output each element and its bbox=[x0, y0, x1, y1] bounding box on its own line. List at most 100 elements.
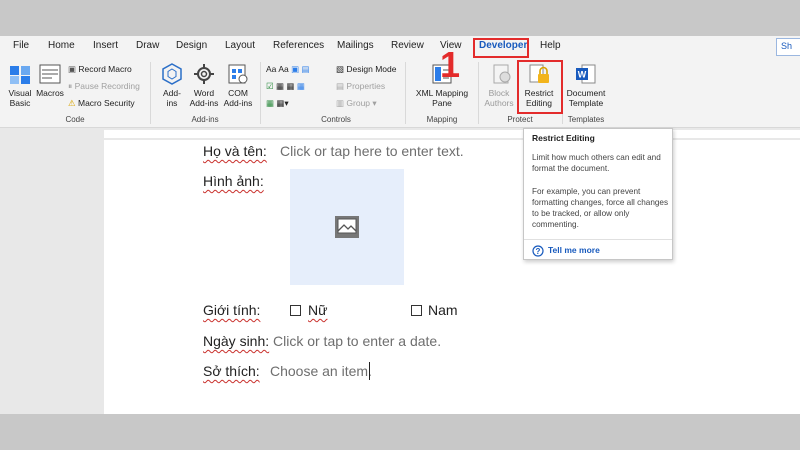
help-icon: ? bbox=[532, 244, 544, 262]
group-separator bbox=[405, 62, 406, 124]
tooltip-title: Restrict Editing bbox=[532, 133, 595, 143]
tell-me-more-link[interactable]: Tell me more bbox=[548, 245, 600, 255]
design-mode-button[interactable]: ▧ Design Mode bbox=[336, 64, 397, 75]
building-block-control-icon[interactable]: ▤ bbox=[302, 64, 310, 74]
tab-insert[interactable]: Insert bbox=[93, 40, 118, 51]
tab-help[interactable]: Help bbox=[540, 40, 561, 51]
com-addins-label-1: COM bbox=[228, 88, 248, 98]
group-label-mapping: Mapping bbox=[426, 115, 458, 124]
visual-basic-label-1: Visual bbox=[8, 88, 32, 98]
macros-label: Macros bbox=[36, 88, 64, 98]
com-addins-label-2: Add-ins bbox=[223, 98, 253, 108]
design-mode-label: Design Mode bbox=[346, 64, 397, 74]
gender-female-label: Nữ bbox=[308, 302, 328, 318]
image-label: Hình ảnh: bbox=[203, 173, 264, 189]
group-label-templates: Templates bbox=[567, 115, 605, 124]
dob-date-picker[interactable]: Click or tap to enter a date. bbox=[273, 333, 441, 349]
tab-mailings[interactable]: Mailings bbox=[337, 40, 374, 51]
warning-icon: ⚠ bbox=[68, 98, 76, 108]
annotation-number-1: 1 bbox=[440, 44, 461, 85]
restrict-editing-tooltip: Restrict Editing Limit how much others c… bbox=[523, 128, 673, 260]
control-icons-row-3: ▦ ▦▾ bbox=[266, 98, 289, 109]
checkbox-male[interactable] bbox=[411, 305, 422, 316]
plain-text-control-icon[interactable]: Aa bbox=[278, 64, 288, 74]
macro-security-button[interactable]: ⚠ Macro Security bbox=[68, 98, 135, 109]
xml-mapping-label-1: XML Mapping bbox=[415, 88, 469, 98]
group-button[interactable]: ▥ Group ▾ bbox=[336, 98, 377, 109]
visual-basic-label-2: Basic bbox=[9, 98, 31, 108]
com-addins-button[interactable]: COM Add-ins bbox=[220, 88, 256, 108]
com-addins-icon bbox=[226, 62, 250, 91]
share-button[interactable]: Sh bbox=[776, 38, 800, 56]
design-mode-icon: ▧ bbox=[336, 64, 345, 74]
group-label-protect: Protect bbox=[507, 115, 533, 124]
dropdown-control-icon[interactable]: ▦ bbox=[286, 81, 294, 91]
tab-layout[interactable]: Layout bbox=[225, 40, 255, 51]
name-content-control[interactable]: Click or tap here to enter text. bbox=[280, 143, 464, 159]
combo-box-control-icon[interactable]: ▦ bbox=[276, 81, 284, 91]
group-label-code: Code bbox=[65, 115, 85, 124]
control-icons-row-2: ☑ ▦ ▦ ▦ bbox=[266, 81, 305, 92]
tooltip-description: Limit how much others can edit and forma… bbox=[532, 153, 661, 173]
addins-button[interactable]: Add- ins bbox=[156, 88, 188, 108]
date-picker-control-icon[interactable]: ▦ bbox=[297, 81, 305, 91]
tab-references[interactable]: References bbox=[273, 40, 324, 51]
word-addins-button[interactable]: Word Add-ins bbox=[186, 88, 222, 108]
picture-placeholder-icon bbox=[334, 215, 360, 244]
legacy-tools-icon[interactable]: ▦▾ bbox=[276, 98, 288, 108]
macro-security-label: Macro Security bbox=[78, 98, 135, 108]
properties-button[interactable]: ▤ Properties bbox=[336, 81, 385, 92]
svg-text:?: ? bbox=[536, 247, 541, 256]
bottom-margin-band bbox=[0, 414, 800, 450]
repeating-section-control-icon[interactable]: ▦ bbox=[266, 98, 274, 108]
name-label: Họ và tên: bbox=[203, 143, 267, 159]
block-authors-button[interactable]: Block Authors bbox=[482, 88, 516, 108]
tab-home[interactable]: Home bbox=[48, 40, 75, 51]
top-margin-band bbox=[0, 0, 800, 36]
rich-text-control-icon[interactable]: Aa bbox=[266, 64, 276, 74]
gender-male-label: Nam bbox=[428, 302, 458, 318]
properties-icon: ▤ bbox=[336, 81, 345, 91]
group-icon: ▥ bbox=[336, 98, 345, 108]
group-label-addins: Add-ins bbox=[191, 115, 219, 124]
addins-icon bbox=[160, 62, 184, 91]
xml-mapping-pane-button[interactable]: XML Mapping Pane bbox=[410, 88, 474, 108]
svg-text:W: W bbox=[578, 70, 587, 80]
share-label: Sh bbox=[781, 41, 793, 51]
tab-review[interactable]: Review bbox=[391, 40, 424, 51]
addins-label-1: Add- bbox=[163, 88, 181, 98]
checkbox-female[interactable] bbox=[290, 305, 301, 316]
group-separator bbox=[260, 62, 261, 124]
record-macro-button[interactable]: ▣ Record Macro bbox=[68, 64, 132, 75]
tab-file[interactable]: File bbox=[13, 40, 29, 51]
chevron-down-icon: ▾ bbox=[372, 98, 377, 108]
group-separator bbox=[150, 62, 151, 124]
hobby-dropdown[interactable]: Choose an item. bbox=[270, 363, 372, 379]
gear-icon bbox=[192, 62, 216, 91]
annotation-box-restrict-editing bbox=[517, 60, 563, 114]
record-macro-label: Record Macro bbox=[78, 64, 132, 74]
document-template-button[interactable]: Document Template bbox=[564, 88, 608, 108]
properties-label: Properties bbox=[346, 81, 386, 91]
picture-content-control[interactable] bbox=[290, 169, 404, 285]
checkbox-control-icon[interactable]: ☑ bbox=[266, 81, 274, 91]
block-authors-icon bbox=[490, 62, 514, 91]
ribbon-tab-bar: File Home Insert Draw Design Layout Refe… bbox=[0, 36, 800, 58]
picture-control-icon[interactable]: ▣ bbox=[291, 64, 299, 74]
vertical-ruler[interactable] bbox=[0, 140, 12, 414]
word-addins-label-2: Add-ins bbox=[189, 98, 219, 108]
dob-label: Ngày sinh: bbox=[203, 333, 270, 349]
document-template-icon: W bbox=[574, 62, 598, 91]
word-addins-label-1: Word bbox=[193, 88, 215, 98]
block-authors-label-1: Block bbox=[488, 88, 510, 98]
tab-design[interactable]: Design bbox=[176, 40, 207, 51]
visual-basic-button[interactable]: Visual Basic bbox=[4, 88, 36, 108]
text-cursor bbox=[369, 362, 370, 380]
tooltip-divider bbox=[524, 239, 672, 240]
pause-recording-button[interactable]: ⏸ Pause Recording bbox=[68, 81, 140, 92]
control-icons-row-1: Aa Aa ▣ ▤ bbox=[266, 64, 310, 75]
tab-draw[interactable]: Draw bbox=[136, 40, 159, 51]
document-template-label-2: Template bbox=[568, 98, 604, 108]
group-label: Group bbox=[346, 98, 371, 108]
macros-button[interactable]: Macros bbox=[34, 88, 66, 98]
